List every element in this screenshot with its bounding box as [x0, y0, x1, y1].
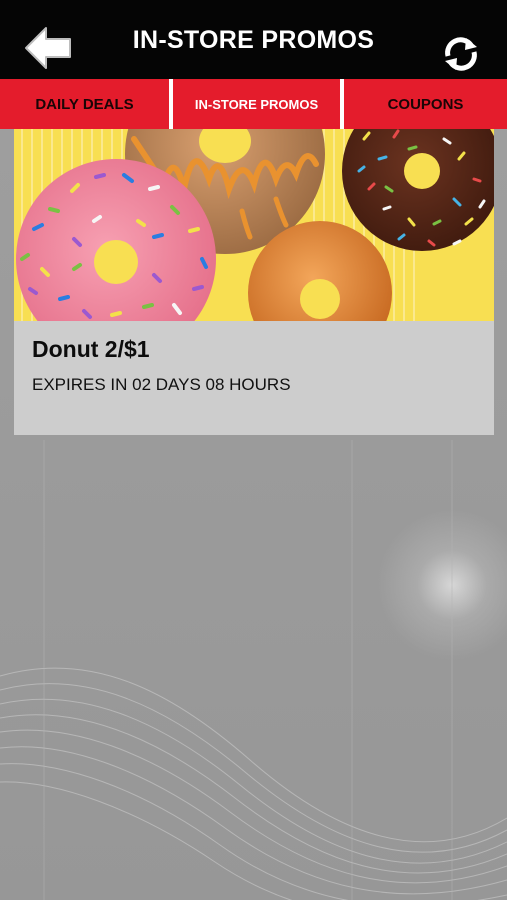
promo-image [14, 129, 494, 321]
promo-title: Donut 2/$1 [32, 336, 150, 362]
refresh-icon [445, 37, 477, 71]
tab-bar: DAILY DEALS IN-STORE PROMOS COUPONS [0, 79, 507, 129]
refresh-button[interactable] [441, 34, 481, 74]
tab-coupons[interactable]: COUPONS [344, 79, 507, 129]
tab-in-store-promos[interactable]: IN-STORE PROMOS [173, 79, 340, 129]
tab-daily-deals[interactable]: DAILY DEALS [0, 79, 169, 129]
page-title: IN-STORE PROMOS [0, 0, 507, 79]
page-title-text: IN-STORE PROMOS [132, 26, 375, 54]
donuts-illustration [14, 129, 494, 321]
app-header: IN-STORE PROMOS [0, 0, 507, 79]
promo-card[interactable]: Donut 2/$1 EXPIRES IN 02 DAYS 08 HOURS [14, 129, 494, 435]
promo-expiry: EXPIRES IN 02 DAYS 08 HOURS [32, 375, 291, 394]
